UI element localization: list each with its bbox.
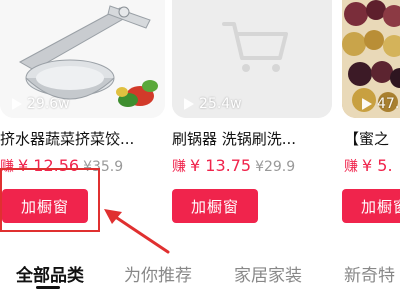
product-title: 刷锅器 洗锅刷洗... (172, 130, 297, 148)
highlight-box (0, 168, 100, 232)
product-thumbnail[interactable]: 25.4w (172, 0, 332, 118)
original-price: ¥29.9 (255, 159, 296, 175)
product-card-3[interactable]: 47. 【蜜之 赚 ¥ 5. 加橱窗 (342, 0, 400, 240)
play-icon (12, 98, 22, 110)
earn-label: 赚 (172, 159, 186, 175)
price-row: 赚 ¥ 13.75 ¥29.9 (172, 156, 295, 176)
play-icon (362, 98, 372, 110)
pointer-arrow-icon (104, 209, 170, 254)
view-count: 29.6w (12, 96, 70, 112)
category-tabs: 全部品类 为你推荐 家居家装 新奇特 (0, 255, 400, 291)
add-to-showcase-button[interactable]: 加橱窗 (342, 189, 400, 223)
product-title: 【蜜之 (344, 130, 390, 148)
add-to-showcase-button[interactable]: 加橱窗 (172, 189, 258, 223)
tab-novelty[interactable]: 新奇特 (344, 261, 395, 286)
view-count: 47. (362, 96, 399, 112)
tab-home-furnishing[interactable]: 家居家装 (234, 261, 302, 286)
commission-price: ¥ 5. (362, 156, 393, 175)
active-tab-indicator (36, 286, 60, 289)
earn-label: 赚 (344, 159, 358, 175)
commission-price: ¥ 13.75 (190, 156, 252, 175)
tab-all-categories[interactable]: 全部品类 (16, 261, 84, 286)
product-title: 挤水器蔬菜挤菜饺... (0, 130, 135, 148)
product-thumbnail[interactable]: 47. (342, 0, 400, 118)
price-row: 赚 ¥ 5. (344, 156, 393, 176)
product-thumbnail[interactable]: 29.6w (0, 0, 165, 118)
view-count: 25.4w (184, 96, 242, 112)
tab-recommended[interactable]: 为你推荐 (124, 261, 192, 286)
play-icon (184, 98, 194, 110)
